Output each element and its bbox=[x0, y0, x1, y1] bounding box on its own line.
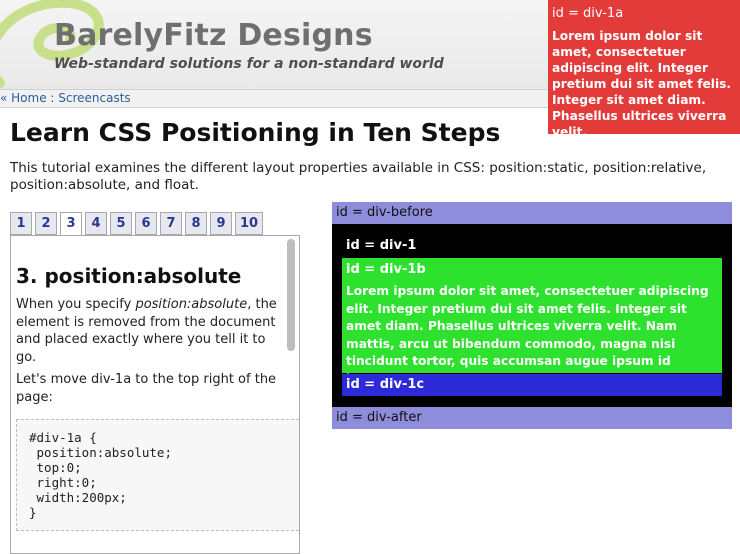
demo-div-before: id = div-before bbox=[332, 202, 732, 224]
step-tabs: 1 2 3 4 5 6 7 8 9 10 bbox=[10, 212, 266, 237]
demo-div-1b-text: Lorem ipsum dolor sit amet, consectetuer… bbox=[346, 284, 709, 386]
page-title: Learn CSS Positioning in Ten Steps bbox=[10, 118, 501, 147]
step-description: When you specify position:absolute, the … bbox=[16, 296, 278, 366]
page-intro: This tutorial examines the different lay… bbox=[10, 160, 707, 193]
tab-6[interactable]: 6 bbox=[135, 212, 157, 235]
code-sample-box: #div-1a { position:absolute; top:0; righ… bbox=[16, 419, 299, 531]
tab-9[interactable]: 9 bbox=[210, 212, 232, 235]
tab-4[interactable]: 4 bbox=[85, 212, 107, 235]
tab-10[interactable]: 10 bbox=[235, 212, 263, 235]
site-title[interactable]: BarelyFitz Designs bbox=[54, 18, 373, 53]
tab-8[interactable]: 8 bbox=[185, 212, 207, 235]
demo-div-1c: id = div-1c bbox=[342, 374, 722, 396]
demo-div-1-label: id = div-1 bbox=[346, 238, 417, 253]
tab-2[interactable]: 2 bbox=[35, 212, 57, 235]
tab-3[interactable]: 3 bbox=[60, 212, 82, 237]
scrollbar-thumb[interactable] bbox=[287, 239, 295, 351]
demo-div-1a-label: id = div-1a bbox=[552, 6, 624, 21]
demo-div-after: id = div-after bbox=[332, 407, 732, 429]
step-text-before: When you specify bbox=[16, 297, 136, 312]
tab-7[interactable]: 7 bbox=[160, 212, 182, 235]
breadcrumb-separator: : bbox=[46, 91, 59, 105]
demo-div-1b-label: id = div-1b bbox=[346, 262, 426, 277]
tutorial-panel: 3. position:absolute When you specify po… bbox=[10, 235, 300, 554]
demo-div-1a: id = div-1a Lorem ipsum dolor sit amet, … bbox=[548, 0, 740, 139]
demo-div-1a-text: Lorem ipsum dolor sit amet, consectetuer… bbox=[552, 29, 732, 139]
breadcrumb-home-link[interactable]: Home bbox=[11, 91, 46, 105]
demo-div-1b: id = div-1b Lorem ipsum dolor sit amet, … bbox=[342, 258, 722, 386]
step-instruction: Let's move div-1a to the top right of th… bbox=[16, 372, 277, 405]
panel-scrollbar[interactable] bbox=[287, 239, 295, 552]
step-title: 3. position:absolute bbox=[16, 264, 242, 288]
code-sample: #div-1a { position:absolute; top:0; righ… bbox=[29, 430, 172, 520]
site-tagline: Web-standard solutions for a non-standar… bbox=[54, 56, 444, 72]
step-text-emphasis: position:absolute bbox=[135, 297, 248, 312]
demo-div-1: id = div-1 id = div-1b Lorem ipsum dolor… bbox=[332, 224, 732, 407]
tab-1[interactable]: 1 bbox=[10, 212, 32, 235]
breadcrumb-screencasts-link[interactable]: Screencasts bbox=[58, 91, 130, 105]
breadcrumb-prefix: « bbox=[0, 91, 12, 105]
tab-5[interactable]: 5 bbox=[110, 212, 132, 235]
